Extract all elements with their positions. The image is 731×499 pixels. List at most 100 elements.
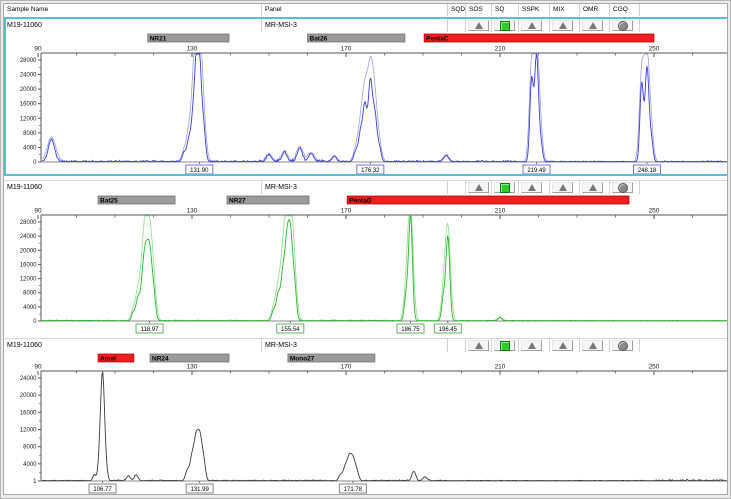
warning-triangle-glyph <box>559 22 567 29</box>
green-square-icon[interactable] <box>494 182 515 193</box>
x-tick-label: 170 <box>341 208 352 215</box>
y-tick-label: 4000 <box>23 145 37 151</box>
marker-label: NR21 <box>150 36 167 43</box>
x-tick-label: 130 <box>187 46 198 53</box>
marker-label: PentaD <box>349 198 372 205</box>
warning-triangle-glyph <box>589 184 597 191</box>
panel-name: MR-MSI-3 <box>262 181 448 194</box>
y-tick-label: 24000 <box>20 234 37 240</box>
gray-circle-icon[interactable] <box>612 182 633 193</box>
x-tick-label: 210 <box>495 46 506 53</box>
y-tick-label: 8000 <box>23 445 37 451</box>
col-header-omr[interactable]: OMR <box>580 4 610 16</box>
x-tick-label: 170 <box>341 46 352 53</box>
sample-row[interactable]: M19-11060MR-MSI-3 <box>4 180 728 196</box>
green-square-icon[interactable] <box>494 340 515 351</box>
warning-triangle-glyph <box>528 22 536 29</box>
warning-triangle-icon[interactable] <box>468 182 489 193</box>
y-tick-label: 4000 <box>23 462 37 468</box>
gray-circle-glyph <box>618 21 628 31</box>
warning-triangle-icon[interactable] <box>521 182 542 193</box>
col-header-panel[interactable]: Panel <box>262 4 448 16</box>
marker-label: Mono27 <box>290 356 315 363</box>
marker-label: Amel <box>100 356 116 363</box>
col-header-mix[interactable]: MIX <box>550 4 580 16</box>
warning-triangle-glyph <box>589 342 597 349</box>
col-header-sq[interactable]: SQ <box>492 4 519 16</box>
panel-name: MR-MSI-3 <box>262 19 448 32</box>
y-tick-label: 12000 <box>20 116 37 122</box>
electropherogram-plot[interactable]: NR21Bat26PentaC9013017021025028000240002… <box>4 33 728 175</box>
gray-circle-icon[interactable] <box>612 340 633 351</box>
y-tick-label: 24000 <box>20 376 37 382</box>
x-tick-label: 130 <box>187 208 198 215</box>
x-tick-label: 250 <box>649 46 660 53</box>
sample-row[interactable]: M19-11060MR-MSI-3 <box>4 338 728 354</box>
warning-triangle-glyph <box>475 184 483 191</box>
warning-triangle-icon[interactable] <box>582 20 603 31</box>
sample-name: M19-11060 <box>4 181 262 194</box>
x-tick-label: 210 <box>495 364 506 371</box>
x-tick-label: 210 <box>495 208 506 215</box>
gray-circle-glyph <box>618 341 628 351</box>
y-tick-label: 20000 <box>20 248 37 254</box>
x-tick-label: 130 <box>187 364 198 371</box>
warning-triangle-icon[interactable] <box>582 340 603 351</box>
y-tick-label: 16000 <box>20 262 37 268</box>
y-tick-label: 16000 <box>20 102 37 108</box>
col-header-sample-name[interactable]: Sample Name <box>4 4 262 16</box>
y-tick-label: 20000 <box>20 393 37 399</box>
electropherogram-plot[interactable]: Bat25NR27PentaD9013017021025028000240002… <box>4 195 728 335</box>
trace <box>42 216 728 320</box>
y-tick-label: 1 <box>33 479 37 485</box>
y-tick-label: 28000 <box>20 220 37 226</box>
col-header-sspk[interactable]: SSPK <box>519 4 550 16</box>
peak-size-label: 155.54 <box>281 327 300 333</box>
warning-triangle-icon[interactable] <box>468 20 489 31</box>
y-tick-label: 16000 <box>20 410 37 416</box>
warning-triangle-icon[interactable] <box>521 20 542 31</box>
electropherogram-plot[interactable]: AmelNR24Mono2790130170210250240002000016… <box>4 353 728 495</box>
column-header-row: Sample Name Panel SQD SOS SQ SSPK MIX OM… <box>4 4 728 18</box>
gray-circle-icon[interactable] <box>612 20 633 31</box>
warning-triangle-icon[interactable] <box>468 340 489 351</box>
peak-size-label: 131.90 <box>190 168 209 174</box>
marker-bar-pentac[interactable] <box>424 34 654 42</box>
green-square-icon[interactable] <box>494 20 515 31</box>
green-square-glyph <box>500 341 510 351</box>
warning-triangle-icon[interactable] <box>552 20 573 31</box>
col-header-sos[interactable]: SOS <box>466 4 492 16</box>
warning-triangle-glyph <box>475 22 483 29</box>
col-header-sqd[interactable]: SQD <box>448 4 466 16</box>
green-square-glyph <box>500 183 510 193</box>
warning-triangle-icon[interactable] <box>521 340 542 351</box>
marker-bar-pentad[interactable] <box>347 196 629 204</box>
flag-cell <box>448 181 466 194</box>
gray-circle-glyph <box>618 183 628 193</box>
trace <box>42 372 728 480</box>
warning-triangle-icon[interactable] <box>552 340 573 351</box>
warning-triangle-glyph <box>559 184 567 191</box>
peak-size-label: 171.78 <box>344 487 363 493</box>
electropherogram-view: Sample Name Panel SQD SOS SQ SSPK MIX OM… <box>3 3 728 495</box>
sample-row[interactable]: M19-11060MR-MSI-3 <box>4 18 728 34</box>
warning-triangle-glyph <box>559 342 567 349</box>
x-tick-label: 90 <box>34 208 42 215</box>
y-tick-label: 12000 <box>20 277 37 283</box>
warning-triangle-glyph <box>589 22 597 29</box>
flag-cell <box>448 339 466 352</box>
y-tick-label: 24000 <box>20 73 37 79</box>
trace-overlay <box>42 54 728 162</box>
col-header-cgq[interactable]: CGQ <box>610 4 640 16</box>
peak-size-label: 219.49 <box>527 168 546 174</box>
trace <box>42 54 728 162</box>
peak-size-label: 196.45 <box>439 327 458 333</box>
peak-size-label: 118.97 <box>141 327 160 333</box>
x-tick-label: 250 <box>649 364 660 371</box>
x-tick-label: 90 <box>34 364 42 371</box>
y-tick-label: 4000 <box>23 305 37 311</box>
warning-triangle-icon[interactable] <box>552 182 573 193</box>
panel-name: MR-MSI-3 <box>262 339 448 352</box>
warning-triangle-icon[interactable] <box>582 182 603 193</box>
peak-size-label: 248.18 <box>638 168 657 174</box>
